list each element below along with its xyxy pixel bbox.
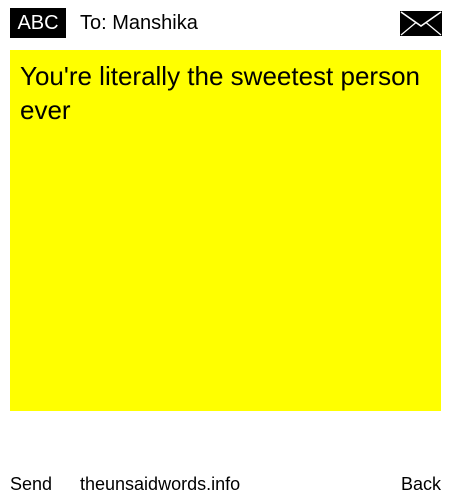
send-link[interactable]: Send [10, 470, 52, 498]
back-link[interactable]: Back [401, 470, 441, 498]
recipient-label: To: Manshika [80, 12, 198, 34]
footer-bar: Send theunsaidwords.info Back [0, 470, 450, 498]
message-text: You're literally the sweetest person eve… [20, 61, 421, 125]
header-bar: ABC To: Manshika [0, 0, 450, 44]
message-note: You're literally the sweetest person eve… [10, 50, 441, 411]
site-link[interactable]: theunsaidwords.info [80, 470, 240, 498]
abc-badge: ABC [10, 8, 66, 38]
envelope-icon[interactable] [400, 11, 442, 36]
